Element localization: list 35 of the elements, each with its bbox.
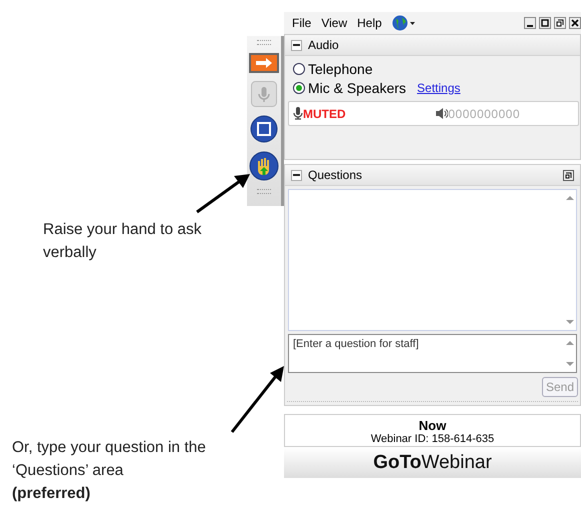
brand-logo: GoToWebinar xyxy=(373,452,492,474)
webinar-id: Webinar ID: 158-614-635 xyxy=(370,433,494,445)
collapse-button[interactable] xyxy=(291,170,302,180)
menu-item[interactable]: Help xyxy=(357,16,382,30)
grip-icon[interactable] xyxy=(257,40,271,45)
arrow-button[interactable] xyxy=(249,53,279,73)
pointer-arrow xyxy=(230,366,284,433)
grip-icon[interactable] xyxy=(257,189,271,194)
settings-link[interactable]: Settings xyxy=(417,80,460,94)
popout-icon[interactable] xyxy=(563,170,574,180)
radio-button[interactable] xyxy=(293,62,305,74)
raise-hand-button[interactable] xyxy=(249,151,279,181)
globe-icon[interactable] xyxy=(392,15,416,31)
close-button[interactable] xyxy=(569,17,581,29)
collapse-button[interactable] xyxy=(291,40,302,50)
volume-meter: 0000000000 xyxy=(448,106,520,120)
radio-label[interactable]: Telephone xyxy=(308,60,373,76)
pointer-arrow xyxy=(196,174,250,214)
microphone-icon xyxy=(293,107,303,120)
radio-label[interactable]: Mic & Speakers xyxy=(308,80,406,96)
speaker-icon xyxy=(436,108,448,119)
question-input-field[interactable]: [Enter a question for staff] xyxy=(288,334,577,373)
screen-button[interactable] xyxy=(250,115,278,143)
maximize-button[interactable] xyxy=(539,17,551,29)
session-status: Now xyxy=(418,418,446,433)
annotation-text: Raise your hand to ask verbally xyxy=(43,220,203,263)
radio-button[interactable] xyxy=(293,82,305,94)
menu-item[interactable]: File xyxy=(292,16,312,30)
section-title: Questions xyxy=(308,168,362,182)
minimize-button[interactable] xyxy=(524,17,536,29)
menu-item[interactable]: View xyxy=(321,16,348,30)
annotation-text: Or, type your question in the ‘Questions’ area (preferred) xyxy=(12,438,207,504)
section-title: Audio xyxy=(308,38,339,52)
mute-status: MUTED xyxy=(303,106,346,120)
restore-button[interactable] xyxy=(554,17,566,29)
